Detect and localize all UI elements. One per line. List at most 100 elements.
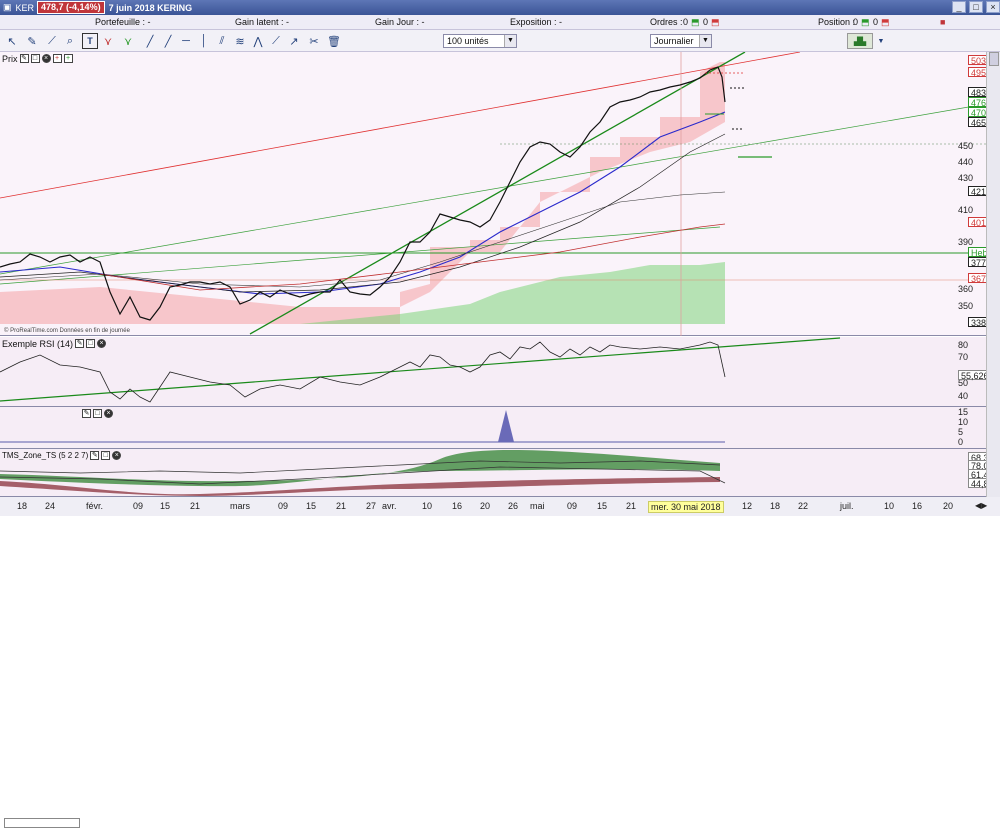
close-panel-icon[interactable]: × (104, 409, 113, 418)
fibonacci-icon[interactable]: ≋ (232, 33, 248, 49)
x-axis-scroll-left-icon[interactable]: ◀▶ (975, 501, 987, 510)
y-label-440: 440 (958, 157, 974, 167)
x-axis-label: mars (230, 501, 250, 511)
ordres-count-a: 0 (683, 17, 689, 27)
add-indicator-2-icon[interactable]: + (63, 54, 73, 63)
ruler-icon[interactable]: ⟋ (44, 33, 60, 49)
add-indicator-icon[interactable]: + (52, 54, 62, 63)
line-tool-2-icon[interactable]: ╱ (160, 33, 176, 49)
maximize-icon[interactable]: □ (969, 1, 983, 13)
drawing-toolbar: ↖ ✎ ⟋ ⌕ T ⋎ ⋎ ╱ ╱ ─ │ ⫽ ≋ ⋀ ⟋ ↗ ✂ 🗑 100 … (0, 30, 1000, 52)
x-axis-label: 15 (160, 501, 171, 511)
x-axis-label: 09 (567, 501, 578, 511)
ordres-count-b: 0 (703, 17, 709, 27)
wrench-icon[interactable]: ✎ (82, 409, 91, 418)
text-tool-icon[interactable]: T (82, 33, 98, 49)
x-axis-label: mai (530, 501, 545, 511)
ordres-label: Ordres : (650, 17, 683, 27)
cursor-icon[interactable]: ↖ (4, 33, 20, 49)
x-axis-label: 27 (366, 501, 377, 511)
position-down-icon[interactable]: ⬒ (881, 17, 890, 28)
x-axis-label: 09 (133, 501, 144, 511)
x-axis-label: 15 (597, 501, 608, 511)
rsi-panel[interactable]: Exemple RSI (14) ✎ □ × 80 70 50 40 55,62… (0, 337, 1000, 407)
y-label-410: 410 (958, 205, 974, 215)
y-label-360: 360 (958, 284, 974, 294)
window-icon[interactable]: □ (86, 339, 96, 348)
magnet-icon[interactable]: ✂ (306, 33, 322, 49)
ind2-spike (498, 410, 514, 442)
tms-zone-panel[interactable]: TMS_Zone_TS (5 2 2 7) ✎ □ × 68,387 78,003… (0, 449, 1000, 497)
gain-jour-label: Gain Jour : - (375, 17, 425, 27)
period-select[interactable]: Journalier ▼ (650, 34, 712, 48)
window-title: 7 juin 2018 KERING (108, 2, 193, 13)
window-icon[interactable]: □ (30, 54, 40, 63)
price-change-badge: 478,7 (-4,14%) (37, 1, 105, 14)
pattern-icon[interactable]: ⋀ (250, 33, 266, 49)
rsi-y-40: 40 (958, 391, 969, 401)
x-axis-label: juil. (840, 501, 854, 511)
alert-icon[interactable]: ■ (940, 17, 945, 27)
line-tool-icon[interactable]: ╱ (142, 33, 158, 49)
ind2-canvas (0, 410, 725, 443)
exposition-label: Exposition : - (510, 17, 563, 27)
trend-up-icon[interactable]: ⋎ (120, 33, 136, 49)
horizontal-line-icon[interactable]: ─ (178, 33, 194, 49)
position-count-b: 0 (873, 17, 879, 27)
x-axis-label: 20 (480, 501, 491, 511)
close-panel-icon[interactable]: × (97, 339, 107, 348)
y-label-350: 350 (958, 301, 974, 311)
position-label: Position : (818, 17, 856, 27)
scroll-thumb[interactable] (989, 52, 999, 66)
channel-icon[interactable]: ⫽ (214, 33, 230, 49)
position-count-a: 0 (853, 17, 859, 27)
x-axis-label: 20 (943, 501, 954, 511)
rsi-y-70: 70 (958, 352, 969, 362)
window-icon[interactable]: □ (93, 409, 102, 418)
rsi-canvas (0, 337, 841, 403)
x-axis-label: 24 (45, 501, 56, 511)
x-axis-label: 26 (508, 501, 519, 511)
x-axis-label: 21 (336, 501, 347, 511)
price-chart[interactable]: Prix ✎ □ × + + © ProRealTime.com Données… (0, 52, 1000, 336)
units-select[interactable]: 100 unités ▼ (443, 34, 517, 48)
ind3-panel-header: TMS_Zone_TS (5 2 2 7) ✎ □ × (2, 450, 122, 461)
x-axis-label: 12 (742, 501, 753, 511)
portefeuille-label: Portefeuille : - (95, 17, 151, 27)
x-axis[interactable]: 18 24 févr. 09 15 21 mars 09 15 21 27 avr. 10 16 20 26 m… (0, 497, 1000, 516)
chevron-down-icon[interactable]: ▼ (873, 33, 889, 49)
x-axis-label: 18 (17, 501, 28, 511)
volume-spike-panel[interactable]: ✎ □ × 15 10 5 0 (0, 407, 1000, 828)
app-icon: ▣ (3, 2, 12, 12)
position-up-icon[interactable]: ⬒ (861, 17, 870, 28)
trash-icon[interactable]: 🗑 (326, 33, 342, 49)
rsi-panel-header: Exemple RSI (14) ✎ □ × (2, 338, 107, 349)
trend-down-icon[interactable]: ⋎ (100, 33, 116, 49)
ind2-y-0: 0 (958, 437, 964, 447)
zoom-icon[interactable]: ⌕ (62, 33, 78, 49)
ordres-up-icon[interactable]: ⬒ (691, 17, 700, 28)
close-icon[interactable]: × (986, 1, 1000, 13)
indicators-icon[interactable]: ▟▙ (847, 33, 873, 49)
gain-latent-label: Gain latent : - (235, 17, 290, 27)
x-axis-label: 18 (770, 501, 781, 511)
close-panel-icon[interactable]: × (112, 451, 122, 460)
wrench-icon[interactable]: ✎ (90, 451, 100, 460)
fan-icon[interactable]: ⟋ (268, 33, 284, 49)
ordres-down-icon[interactable]: ⬒ (711, 17, 720, 28)
vertical-scrollbar[interactable] (986, 52, 1000, 497)
indicator-name-field[interactable] (4, 818, 80, 828)
vertical-line-icon[interactable]: │ (196, 33, 212, 49)
minimize-icon[interactable]: _ (952, 1, 966, 13)
window-icon[interactable]: □ (101, 451, 111, 460)
x-axis-label: 21 (190, 501, 201, 511)
wrench-icon[interactable]: ✎ (19, 54, 29, 63)
rsi-y-80: 80 (958, 340, 969, 350)
close-panel-icon[interactable]: × (41, 54, 51, 63)
pencil-icon[interactable]: ✎ (24, 33, 40, 49)
chevron-down-icon: ▼ (699, 35, 711, 47)
arrow-icon[interactable]: ↗ (286, 33, 302, 49)
y-label-450: 450 (958, 141, 974, 151)
wrench-icon[interactable]: ✎ (75, 339, 85, 348)
ind3-panel-title: TMS_Zone_TS (5 2 2 7) (2, 451, 89, 460)
